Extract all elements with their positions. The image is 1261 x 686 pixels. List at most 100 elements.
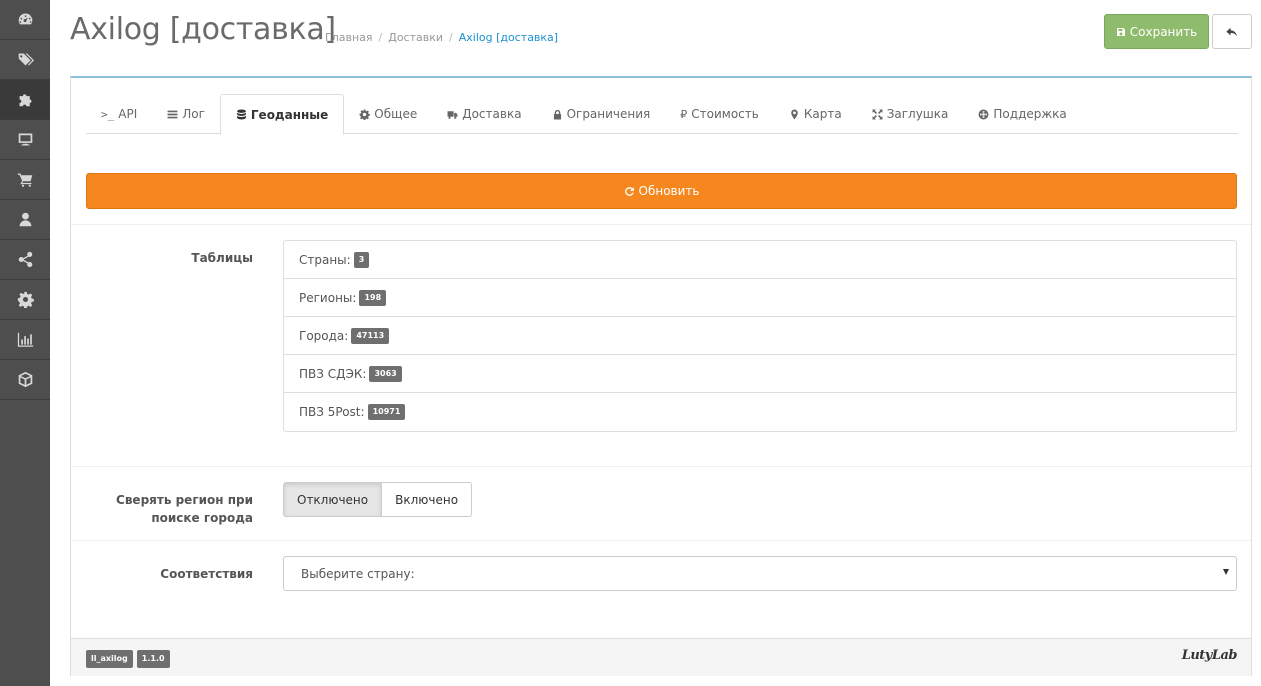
list-item: Страны: 3 xyxy=(284,241,1236,279)
sidebar xyxy=(0,0,50,686)
sidebar-item-design[interactable] xyxy=(0,120,50,160)
update-button[interactable]: Обновить xyxy=(86,173,1237,209)
table-name: ПВЗ СДЭК: xyxy=(299,366,367,381)
divider xyxy=(71,224,1251,225)
list-item: Регионы: 198 xyxy=(284,279,1236,317)
toggle-option-enabled[interactable]: Включено xyxy=(382,482,473,517)
map-marker-icon xyxy=(791,109,798,119)
terminal-icon: >_ xyxy=(101,107,115,121)
divider xyxy=(71,540,1251,541)
sidebar-item-extensions[interactable] xyxy=(0,80,50,120)
count-badge: 198 xyxy=(359,289,387,306)
tab-cost[interactable]: ₽ Стоимость xyxy=(665,94,774,134)
tab-restrictions[interactable]: Ограничения xyxy=(537,94,666,134)
toggle-option-disabled[interactable]: Отключено xyxy=(283,482,383,517)
country-select[interactable]: Выберите страну: xyxy=(283,556,1237,591)
list-item: Города: 47113 xyxy=(284,317,1236,355)
list-item: ПВЗ 5Post: 10971 xyxy=(284,393,1236,431)
tab-label: Ограничения xyxy=(566,107,651,121)
bar-chart-icon xyxy=(17,332,33,347)
tab-bar: >_ API Лог Геоданные Общее Доставка Огра… xyxy=(86,94,1238,135)
sidebar-item-dashboard[interactable] xyxy=(0,0,50,40)
tab-support[interactable]: Поддержка xyxy=(963,94,1081,134)
breadcrumb: Главная / Доставки / Axilog [доставка] xyxy=(325,31,559,44)
user-icon xyxy=(19,212,31,227)
dashboard-icon xyxy=(18,13,32,25)
version-badge: 1.1.0 xyxy=(136,650,170,668)
sidebar-item-reports[interactable] xyxy=(0,320,50,360)
tab-label: Доставка xyxy=(462,107,522,121)
main-panel: >_ API Лог Геоданные Общее Доставка Огра… xyxy=(70,76,1252,676)
cog-icon xyxy=(359,109,371,120)
sidebar-item-system[interactable] xyxy=(0,280,50,320)
tab-delivery[interactable]: Доставка xyxy=(432,94,536,134)
ruble-icon: ₽ xyxy=(680,107,688,121)
shopping-cart-icon xyxy=(17,173,32,187)
tab-label: Карта xyxy=(803,107,842,121)
tab-general[interactable]: Общее xyxy=(344,94,432,134)
reply-icon xyxy=(1226,27,1237,37)
count-badge: 10971 xyxy=(367,404,406,420)
sidebar-item-catalog[interactable] xyxy=(0,40,50,80)
cog-icon xyxy=(17,291,34,308)
tab-geodata[interactable]: Геоданные xyxy=(219,94,345,135)
sidebar-item-modules[interactable] xyxy=(0,360,50,400)
lutylab-logo[interactable]: LutyLab xyxy=(1182,648,1238,663)
count-badge: 3 xyxy=(353,251,370,268)
update-button-label: Обновить xyxy=(638,184,700,198)
table-name: Страны: xyxy=(299,252,351,267)
tab-label: Геоданные xyxy=(250,107,329,122)
sidebar-item-sales[interactable] xyxy=(0,160,50,200)
breadcrumb-home[interactable]: Главная xyxy=(325,31,373,44)
tables-list: Страны: 3 Регионы: 198 Города: 47113 ПВЗ… xyxy=(283,240,1237,432)
puzzle-icon xyxy=(19,94,31,107)
page-title: Axilog [доставка] xyxy=(70,12,336,47)
table-name: Регионы: xyxy=(299,290,357,305)
refresh-icon xyxy=(624,186,634,196)
divider xyxy=(71,466,1251,467)
tab-label: Лог xyxy=(182,107,205,121)
sidebar-item-marketing[interactable] xyxy=(0,240,50,280)
tables-label: Таблицы xyxy=(191,251,253,265)
tab-stub[interactable]: Заглушка xyxy=(857,94,964,134)
database-icon xyxy=(237,109,246,120)
save-button-label: Сохранить xyxy=(1129,24,1198,39)
mapping-label: Соответствия xyxy=(160,567,253,581)
region-check-label-line2: поиске города xyxy=(151,511,253,525)
caret-down-icon xyxy=(1223,569,1229,575)
truck-icon xyxy=(447,110,458,119)
module-badges: ll_axilog 1.1.0 xyxy=(86,650,170,668)
sidebar-item-customers[interactable] xyxy=(0,200,50,240)
country-select-value: Выберите страну: xyxy=(301,566,415,581)
count-badge: 3063 xyxy=(369,365,402,382)
life-ring-icon xyxy=(978,109,989,119)
breadcrumb-current[interactable]: Axilog [доставка] xyxy=(459,31,558,44)
table-name: Города: xyxy=(299,328,349,343)
region-check-label-line1: Сверять регион при xyxy=(116,493,253,507)
save-button[interactable]: Сохранить xyxy=(1104,14,1209,49)
tab-label: Общее xyxy=(374,107,418,121)
breadcrumb-shipping[interactable]: Доставки xyxy=(388,31,443,44)
desktop-icon xyxy=(18,133,32,146)
page-header: Axilog [доставка] Главная / Доставки / Axilo… xyxy=(70,10,1252,60)
tab-map[interactable]: Карта xyxy=(774,94,857,134)
tab-api[interactable]: >_ API xyxy=(86,94,152,134)
tab-log[interactable]: Лог xyxy=(152,94,220,134)
tab-label: Стоимость xyxy=(691,107,759,121)
arrows-icon xyxy=(872,109,883,119)
module-name-badge: ll_axilog xyxy=(86,650,133,668)
tab-label: Поддержка xyxy=(993,107,1067,121)
save-icon xyxy=(1116,27,1125,36)
tab-label: Заглушка xyxy=(886,107,949,121)
panel-footer: ll_axilog 1.1.0 LutyLab xyxy=(71,638,1251,676)
table-name: ПВЗ 5Post: xyxy=(299,405,365,419)
cube-icon xyxy=(18,371,32,388)
count-badge: 47113 xyxy=(351,327,390,344)
region-check-label: Сверять регион при поиске города xyxy=(116,491,253,527)
lock-icon xyxy=(553,109,561,119)
region-check-toggle: Отключено Включено xyxy=(283,482,473,517)
list-icon xyxy=(167,110,178,118)
share-icon xyxy=(18,251,32,268)
tags-icon xyxy=(18,53,34,66)
back-button[interactable] xyxy=(1212,14,1252,49)
